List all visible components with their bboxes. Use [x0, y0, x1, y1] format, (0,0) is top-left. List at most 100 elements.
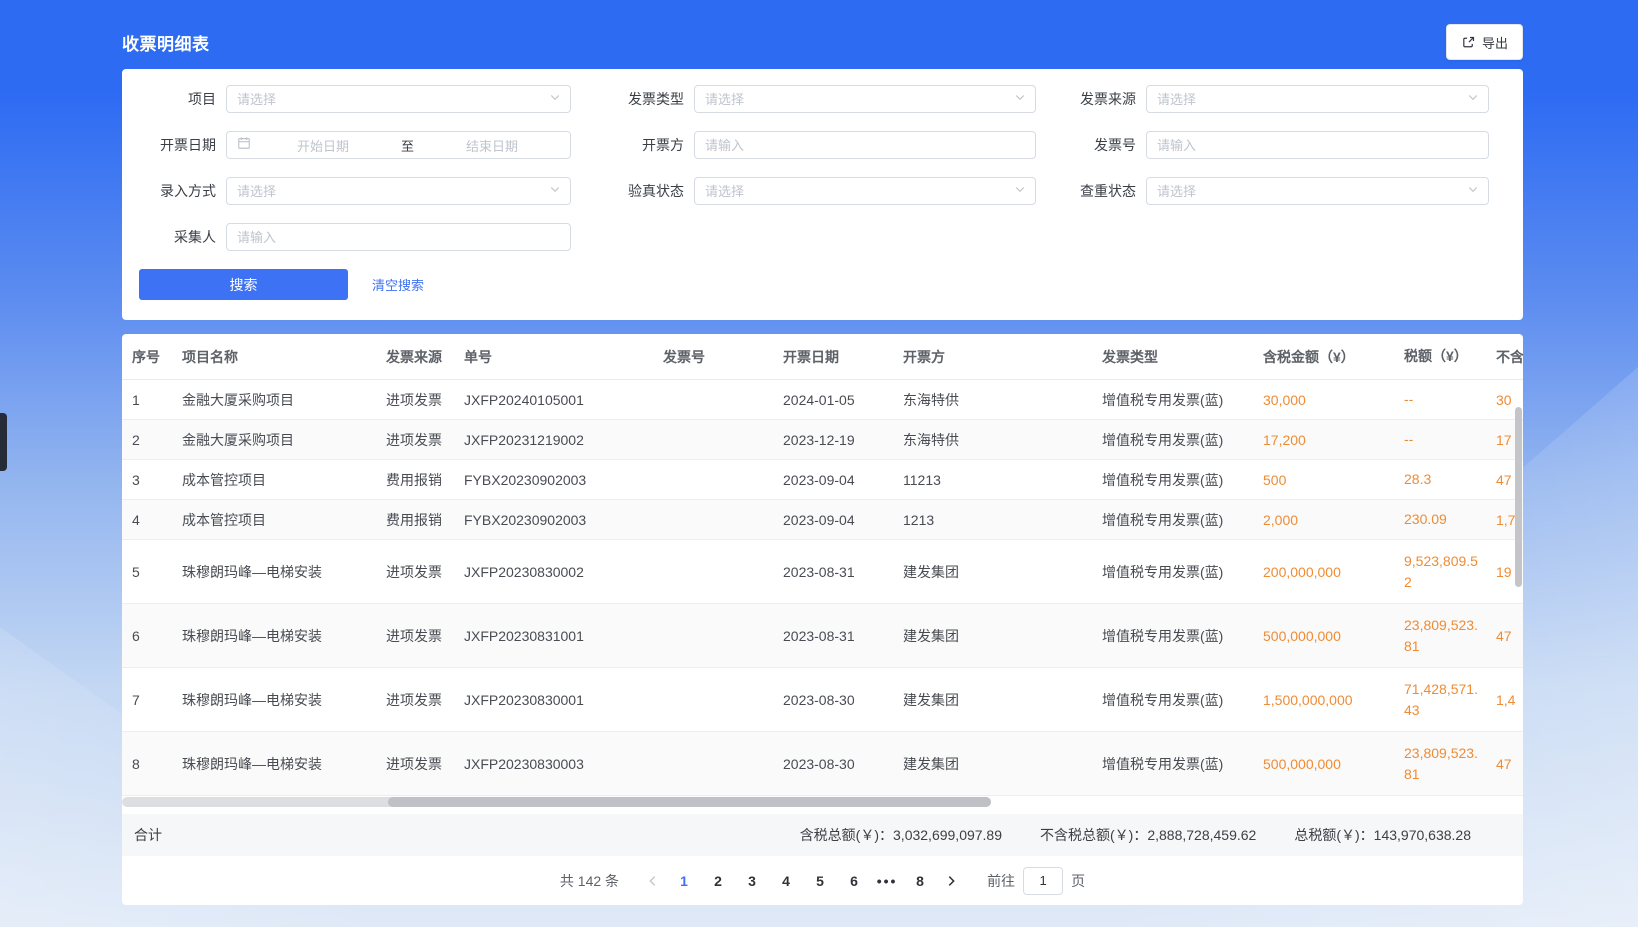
sidebar-collapse-handle[interactable] [0, 413, 7, 471]
invoice-type-select-input[interactable] [695, 86, 1014, 112]
cell-doc-no: FYBX20230902003 [454, 512, 653, 528]
cell-issuer: 1213 [893, 512, 1092, 528]
cell-issuer: 建发集团 [893, 562, 1092, 582]
page-button-1[interactable]: 1 [668, 867, 700, 895]
cell-issuer: 建发集团 [893, 754, 1092, 774]
cell-amount-incl-tax: 500 [1253, 472, 1394, 488]
col-doc-no: 单号 [454, 347, 653, 367]
cell-doc-no: JXFP20240105001 [454, 392, 653, 408]
table-row: 1 金融大厦采购项目 进项发票 JXFP20240105001 2024-01-… [122, 380, 1523, 420]
cell-invoice-type: 增值税专用发票(蓝) [1092, 470, 1253, 490]
cell-tax: 230.09 [1394, 509, 1492, 530]
export-button[interactable]: 导出 [1446, 24, 1523, 60]
invoice-no-label: 发票号 [1036, 131, 1146, 159]
dup-status-label: 查重状态 [1036, 177, 1146, 205]
end-date-placeholder[interactable]: 结束日期 [424, 136, 560, 155]
cell-amount-incl-tax: 200,000,000 [1253, 564, 1394, 580]
invoice-source-select[interactable] [1146, 85, 1489, 113]
issuer-input-wrap[interactable] [694, 131, 1036, 159]
page-button-2[interactable]: 2 [702, 867, 734, 895]
cell-invoice-type: 增值税专用发票(蓝) [1092, 626, 1253, 646]
cell-tax: 28.3 [1394, 469, 1492, 490]
entry-method-label: 录入方式 [122, 177, 226, 205]
cell-doc-no: JXFP20230830002 [454, 564, 653, 580]
cell-issuer: 建发集团 [893, 626, 1092, 646]
page-button-3[interactable]: 3 [736, 867, 768, 895]
page-button-4[interactable]: 4 [770, 867, 802, 895]
cell-invoice-date: 2023-12-19 [773, 432, 893, 448]
cell-amount-excl-tax: 30 [1492, 392, 1523, 408]
dup-status-select-input[interactable] [1147, 178, 1467, 204]
export-label: 导出 [1482, 33, 1508, 52]
cell-tax: 9,523,809.52 [1394, 551, 1492, 593]
search-button[interactable]: 搜索 [139, 269, 348, 300]
cell-project-name: 珠穆朗玛峰—电梯安装 [172, 562, 376, 582]
entry-method-select-input[interactable] [227, 178, 549, 204]
cell-index: 5 [122, 564, 172, 580]
cell-invoice-date: 2023-08-31 [773, 564, 893, 580]
chevron-down-icon [1467, 90, 1479, 108]
cell-invoice-source: 进项发票 [376, 430, 454, 450]
issuer-input[interactable] [695, 132, 1035, 158]
cell-project-name: 珠穆朗玛峰—电梯安装 [172, 754, 376, 774]
table-row: 7 珠穆朗玛峰—电梯安装 进项发票 JXFP20230830001 2023-0… [122, 668, 1523, 732]
next-page-icon[interactable] [937, 867, 965, 895]
cell-issuer: 东海特供 [893, 390, 1092, 410]
invoice-no-input[interactable] [1147, 132, 1488, 158]
page-button-5[interactable]: 5 [804, 867, 836, 895]
start-date-placeholder[interactable]: 开始日期 [255, 136, 391, 155]
invoice-date-range-picker[interactable]: 开始日期 至 结束日期 [226, 131, 571, 159]
cell-invoice-type: 增值税专用发票(蓝) [1092, 510, 1253, 530]
verify-status-select[interactable] [694, 177, 1036, 205]
cell-invoice-date: 2023-08-30 [773, 756, 893, 772]
chevron-down-icon [1014, 182, 1026, 200]
page-unit-label: 页 [1071, 871, 1085, 891]
cell-doc-no: JXFP20230830003 [454, 756, 653, 772]
goto-page-input[interactable] [1023, 867, 1063, 895]
cell-issuer: 建发集团 [893, 690, 1092, 710]
entry-method-select[interactable] [226, 177, 571, 205]
table-panel: 序号 项目名称 发票来源 单号 发票号 开票日期 开票方 发票类型 含税金额（¥… [122, 334, 1523, 905]
table-row: 3 成本管控项目 费用报销 FYBX20230902003 2023-09-04… [122, 460, 1523, 500]
cell-invoice-source: 进项发票 [376, 390, 454, 410]
horizontal-scrollbar[interactable] [122, 797, 1523, 807]
col-amount-incl-tax: 含税金额（¥） [1253, 347, 1394, 367]
cell-invoice-source: 费用报销 [376, 510, 454, 530]
horizontal-scrollbar-thumb[interactable] [388, 797, 991, 807]
cell-invoice-type: 增值税专用发票(蓝) [1092, 562, 1253, 582]
prev-page-icon[interactable] [639, 867, 667, 895]
more-pages-icon[interactable]: ••• [871, 873, 903, 889]
cell-index: 7 [122, 692, 172, 708]
cell-index: 8 [122, 756, 172, 772]
cell-doc-no: JXFP20230831001 [454, 628, 653, 644]
cell-issuer: 11213 [893, 472, 1092, 488]
cell-tax: 23,809,523.81 [1394, 743, 1492, 785]
vertical-scrollbar[interactable] [1515, 407, 1522, 587]
page-title: 收票明细表 [122, 30, 210, 55]
invoice-type-select[interactable] [694, 85, 1036, 113]
project-label: 项目 [122, 85, 226, 113]
cell-tax: -- [1394, 429, 1492, 450]
page-button-6[interactable]: 6 [838, 867, 870, 895]
col-invoice-no: 发票号 [653, 347, 773, 367]
collector-input-wrap[interactable] [226, 223, 571, 251]
page-button-last[interactable]: 8 [904, 867, 936, 895]
pagination: 共 142 条 1 2 3 4 5 6 ••• 8 前往 页 [122, 856, 1523, 905]
cell-amount-incl-tax: 500,000,000 [1253, 628, 1394, 644]
cell-project-name: 珠穆朗玛峰—电梯安装 [172, 690, 376, 710]
project-select[interactable] [226, 85, 571, 113]
cell-amount-incl-tax: 17,200 [1253, 432, 1394, 448]
clear-search-link[interactable]: 清空搜索 [372, 275, 424, 294]
project-select-input[interactable] [227, 86, 549, 112]
collector-input[interactable] [227, 224, 570, 250]
goto-page-label: 前往 [987, 871, 1015, 891]
cell-index: 6 [122, 628, 172, 644]
invoice-no-input-wrap[interactable] [1146, 131, 1489, 159]
cell-index: 4 [122, 512, 172, 528]
col-invoice-source: 发票来源 [376, 347, 454, 367]
verify-status-select-input[interactable] [695, 178, 1014, 204]
invoice-source-select-input[interactable] [1147, 86, 1467, 112]
table-row: 8 珠穆朗玛峰—电梯安装 进项发票 JXFP20230830003 2023-0… [122, 732, 1523, 796]
summary-row: 合计 含税总额(￥)：3,032,699,097.89 不含税总额(￥)：2,8… [122, 814, 1523, 856]
dup-status-select[interactable] [1146, 177, 1489, 205]
